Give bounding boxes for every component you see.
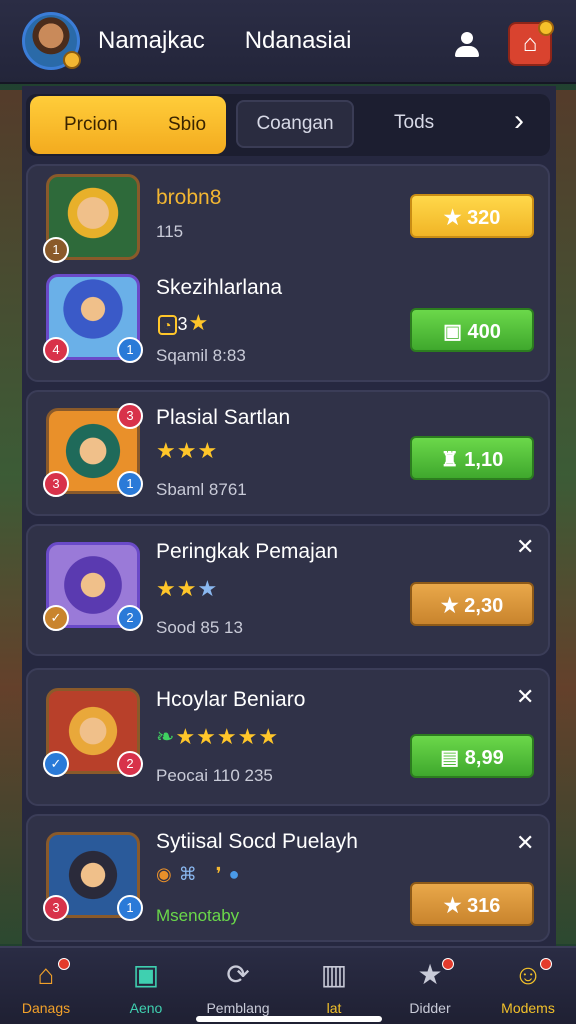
list-card: 3 3 1 Plasial Sartlan ★★★ Sbaml 8761 ♜ 1… [26,390,550,516]
tab-active-right-label: Sbio [168,114,207,135]
level-badge: 1 [43,237,69,263]
price-label: 1,10 [464,449,504,471]
close-icon[interactable]: ✕ [516,830,534,856]
card-meta: Sood 85 13 [156,618,243,637]
close-icon[interactable]: ✕ [516,534,534,560]
nav-label: Didder [409,1000,451,1016]
home-icon: ⌂ [522,30,538,57]
level-badge: 3 [43,895,69,921]
player-name: Namajkac [98,27,205,54]
hero-portrait[interactable]: 3 3 1 [43,403,143,497]
rating-stars: ★★★ [156,576,219,601]
card-status: Msenotaby [156,906,240,925]
chevron-right-icon[interactable]: › [514,104,524,138]
nav-item-danags[interactable]: ⌂ Danags [6,958,86,1016]
rank-badge: 1 [117,895,143,921]
user-icon[interactable] [452,30,482,60]
refresh-icon: ⟳ [226,959,250,990]
coin-icon: ◔ [158,315,178,335]
buy-button[interactable]: ▣ 400 [410,308,534,352]
star-icon: ★ [443,207,462,229]
smile-icon: ☺ [488,958,568,992]
rating-stars: ◔ 3★ [158,310,209,336]
home-indicator[interactable] [196,1016,382,1022]
chest-icon: ♜ [440,449,459,471]
hero-portrait[interactable]: 4 1 [43,274,143,363]
nav-item-pemblang[interactable]: ⟳ Pemblang [198,958,278,1016]
check-badge: ✓ [43,751,69,777]
buy-button[interactable]: ♜ 1,10 [410,436,534,480]
rank-badge: 2 [117,605,143,631]
card-meta: Peocai 110 235 [156,766,273,785]
price-label: 316 [467,895,501,917]
star-icon: ★ [440,595,459,617]
buy-button[interactable]: ▤ 8,99 [410,734,534,778]
rank-badge: 1 [117,337,143,363]
tab-coangan[interactable]: Coangan [236,100,354,148]
tab-active[interactable]: Prcion Sbio [30,96,226,154]
card-meta: Sqamil 8:83 [156,346,246,365]
header-subtitle: Ndanasiai [244,27,352,54]
close-icon[interactable]: ✕ [516,684,534,710]
nav-item-aeno[interactable]: ▣ Aeno [106,958,186,1016]
nav-label: Danags [21,1000,71,1016]
list-card: 3 1 Sytiisal Socd Puelayh ◉ ⌘ ❜ ● Msenot… [26,814,550,942]
card-meta: Sbaml 8761 [156,480,247,499]
chart-icon: ▥ [320,959,348,990]
home-button[interactable]: ⌂ [508,20,554,66]
scroll-icon: ▤ [440,747,460,769]
rating-stars: ❧★★★★★ [156,724,280,749]
nav-item-modems[interactable]: ☺ Modems [488,958,568,1016]
price-label: 8,99 [464,747,504,769]
bottom-nav: ⌂ Danags ▣ Aeno ⟳ Pemblang ▥ lat ★ Didde… [0,946,576,1024]
card-title: Sytiisal Socd Puelayh [156,830,358,853]
buy-button[interactable]: ★ 316 [410,882,534,926]
item-icons: ◉ ⌘ ❜ ● [156,864,241,884]
nav-label: Pemblang [206,1000,270,1016]
tab-active-left-label: Prcion [64,114,118,135]
buy-button[interactable]: ★ 320 [410,194,534,238]
card-title: Skezihlarlana [156,276,283,299]
hero-portrait[interactable]: ✓ 2 [43,542,143,631]
card-title: Plasial Sartlan [156,406,291,429]
tab-bar: Prcion Sbio Coangan Tods › [26,94,550,156]
rank-badge: 2 [117,751,143,777]
top-badge: 3 [117,403,143,429]
card-title: Hcoylar Beniaro [156,688,306,711]
rank-badge: 1 [117,471,143,497]
rating-stars: ★★★ [156,438,219,463]
notification-dot [538,20,554,36]
check-badge: ✓ [43,605,69,631]
star-icon: ★ [443,895,462,917]
level-value: 3 [177,314,189,334]
level-badge: 4 [43,337,69,363]
hero-portrait[interactable]: 3 1 [43,832,143,921]
medal-icon [63,51,81,69]
card-title: Peringkak Pemajan [156,540,339,563]
list-card-group: 1 brobn8 115 ★ 320 4 1 Skezihlarlana ◔ 3★… [26,164,550,382]
nav-label: Modems [501,1000,555,1016]
card-meta: 115 [156,222,184,241]
price-label: 2,30 [464,595,504,617]
house-icon: ⌂ [6,958,86,992]
nav-label: lat [326,1000,342,1016]
card-title: brobn8 [156,186,222,209]
buy-button[interactable]: ★ 2,30 [410,582,534,626]
gift-icon: ▣ [443,321,462,343]
nav-label: Aeno [129,1000,163,1016]
nav-item-lat[interactable]: ▥ lat [294,958,374,1016]
star-icon: ★ [390,958,470,992]
price-label: 400 [467,321,501,343]
list-card: ✓ 2 Hcoylar Beniaro ❧★★★★★ Peocai 110 23… [26,668,550,806]
nav-item-didder[interactable]: ★ Didder [390,958,470,1016]
top-bar: Namajkac Ndanasiai [0,0,576,84]
price-label: 320 [467,207,501,229]
hero-portrait[interactable]: ✓ 2 [43,688,143,777]
level-badge: 3 [43,471,69,497]
gem-icon: ▣ [132,959,160,990]
hero-portrait[interactable]: 1 [43,174,140,263]
tab-tods[interactable]: Tods [394,112,434,134]
list-card: ✓ 2 Peringkak Pemajan ★★★ Sood 85 13 ★ 2… [26,524,550,656]
player-avatar[interactable] [22,12,81,70]
